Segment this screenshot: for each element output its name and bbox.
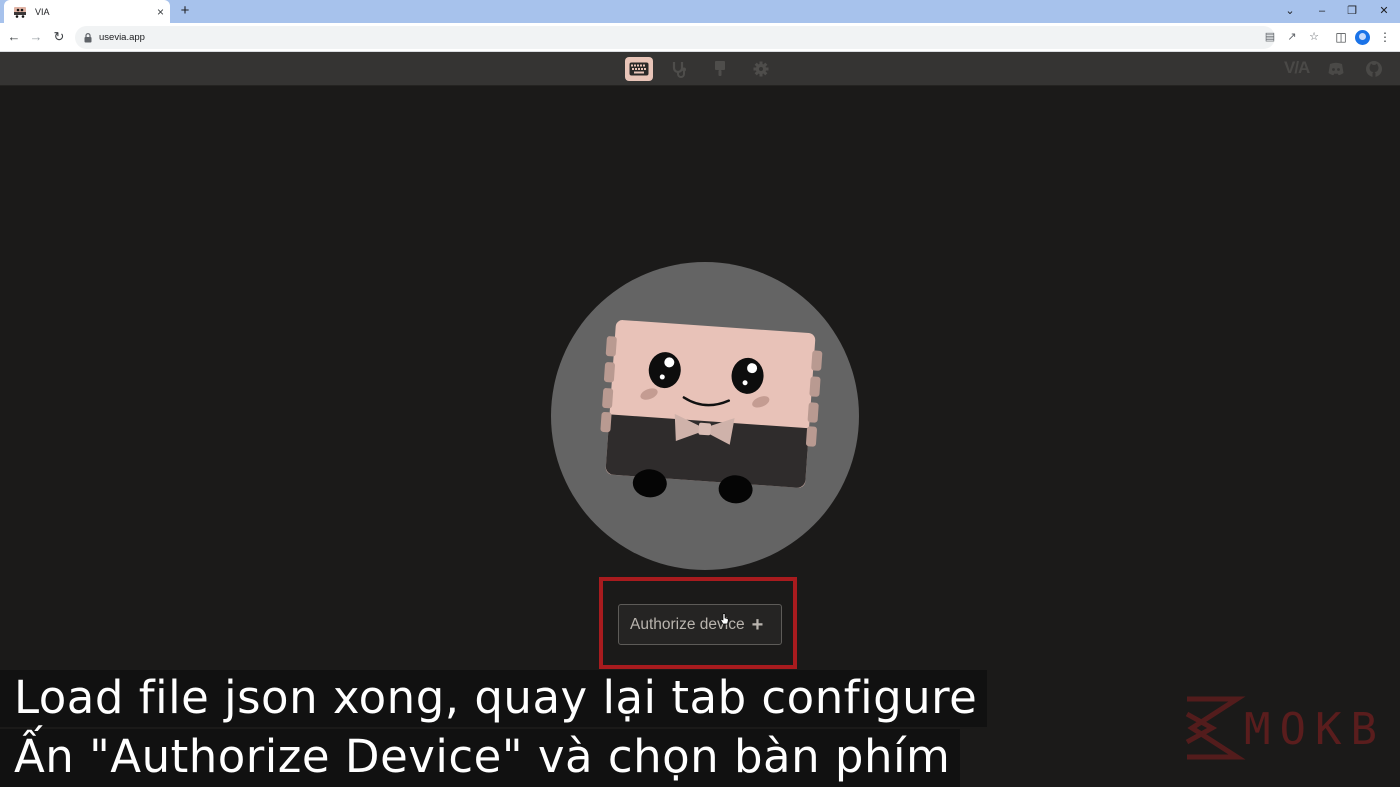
plus-icon: + — [751, 613, 764, 636]
tab-settings[interactable] — [747, 57, 775, 81]
stethoscope-icon — [672, 62, 686, 78]
app-header: V/A — [0, 52, 1400, 86]
browser-tabstrip: VIA × + ⌄ – ❐ ✕ — [0, 0, 1400, 23]
via-logo[interactable]: V/A — [1284, 58, 1310, 78]
via-mascot-illustration — [551, 262, 859, 570]
mokb-watermark-logo: MOKB — [1185, 696, 1378, 760]
tab-close-icon[interactable]: × — [157, 6, 164, 18]
gear-icon — [753, 61, 769, 77]
authorize-device-button[interactable]: Authorize device + — [618, 604, 782, 645]
side-panel-icon[interactable]: ◫ — [1331, 27, 1351, 47]
bookmark-star-icon[interactable]: ☆ — [1306, 28, 1322, 46]
share-icon[interactable]: ↗ — [1284, 28, 1300, 46]
caption-line-1: Load file json xong, quay lại tab config… — [0, 670, 988, 727]
translate-icon[interactable]: ▤ — [1262, 28, 1278, 46]
hand-cursor-icon — [720, 613, 729, 625]
caption-line-2: Ấn "Authorize Device" và chọn bàn phím — [0, 729, 961, 787]
browser-tab[interactable]: VIA × — [4, 0, 170, 23]
discord-icon[interactable] — [1327, 60, 1345, 78]
restore-button[interactable]: ❐ — [1343, 3, 1361, 19]
watermark-text: MOKB — [1244, 704, 1378, 755]
reload-icon[interactable]: ↻ — [50, 28, 68, 46]
profile-avatar[interactable] — [1355, 30, 1370, 45]
forward-arrow-icon[interactable]: → — [27, 28, 45, 46]
github-icon[interactable] — [1365, 60, 1383, 78]
minimize-button[interactable]: – — [1313, 3, 1331, 19]
menu-kebab-icon[interactable]: ⋮ — [1375, 27, 1395, 47]
lock-icon — [84, 32, 92, 42]
close-window-button[interactable]: ✕ — [1375, 3, 1393, 19]
tab-title: VIA — [35, 6, 50, 17]
browser-toolbar: ← → ↻ usevia.app ▤ ↗ ☆ ◫ ⋮ — [0, 23, 1400, 52]
tab-configure[interactable] — [625, 57, 653, 81]
new-tab-button[interactable]: + — [178, 3, 192, 19]
url-text: usevia.app — [99, 32, 145, 43]
tab-key-tester[interactable] — [665, 57, 693, 81]
address-bar[interactable]: usevia.app — [75, 26, 1275, 49]
keyboard-icon — [629, 62, 649, 76]
tab-search-icon[interactable]: ⌄ — [1281, 3, 1299, 19]
brush-icon — [715, 61, 725, 76]
via-favicon-icon — [14, 6, 26, 18]
tab-design[interactable] — [706, 57, 734, 81]
back-arrow-icon[interactable]: ← — [5, 28, 23, 46]
